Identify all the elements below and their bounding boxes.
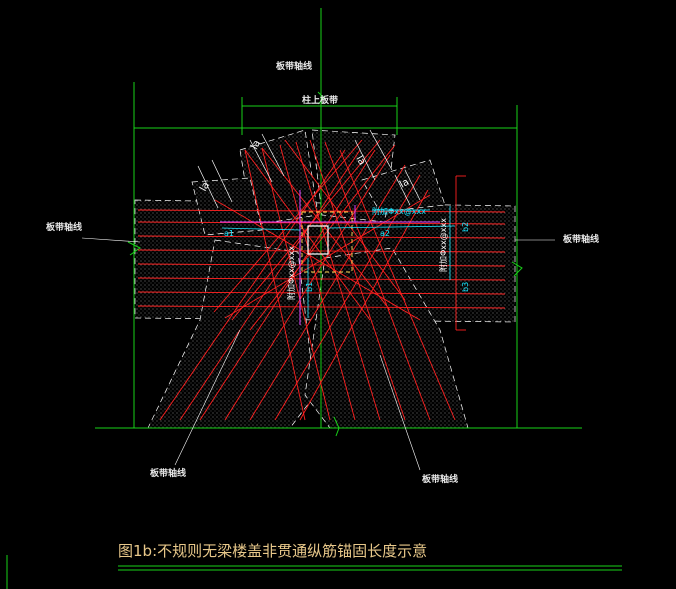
label-b1: b1: [305, 282, 314, 292]
label-a2: a2: [380, 229, 390, 238]
label-a1: a1: [224, 229, 234, 238]
drawing-canvas: 板带轴线 柱上板带 板带轴线 板带轴线 板带轴线 板带轴线 la la la l…: [6, 8, 622, 589]
label-rebar-callout-v2: 附加Φxx@xxx: [438, 218, 448, 272]
label-axis-bottom-left: 板带轴线: [150, 467, 186, 479]
figure-title: 图1b:不规则无梁楼盖非贯通纵筋锚固长度示意: [118, 542, 427, 560]
label-axis-bottom-right: 板带轴线: [422, 473, 458, 485]
label-rebar-callout-h: 附加Φxx@xxx: [372, 206, 426, 216]
label-axis-left: 板带轴线: [46, 221, 82, 233]
label-b2: b2: [461, 222, 470, 232]
label-axis-right: 板带轴线: [563, 233, 599, 245]
label-axis-top: 板带轴线: [276, 60, 312, 72]
label-rebar-callout-v: 附加Φxx@xxx: [286, 246, 296, 300]
label-b3: b3: [461, 282, 470, 292]
label-column-strip: 柱上板带: [302, 94, 338, 106]
